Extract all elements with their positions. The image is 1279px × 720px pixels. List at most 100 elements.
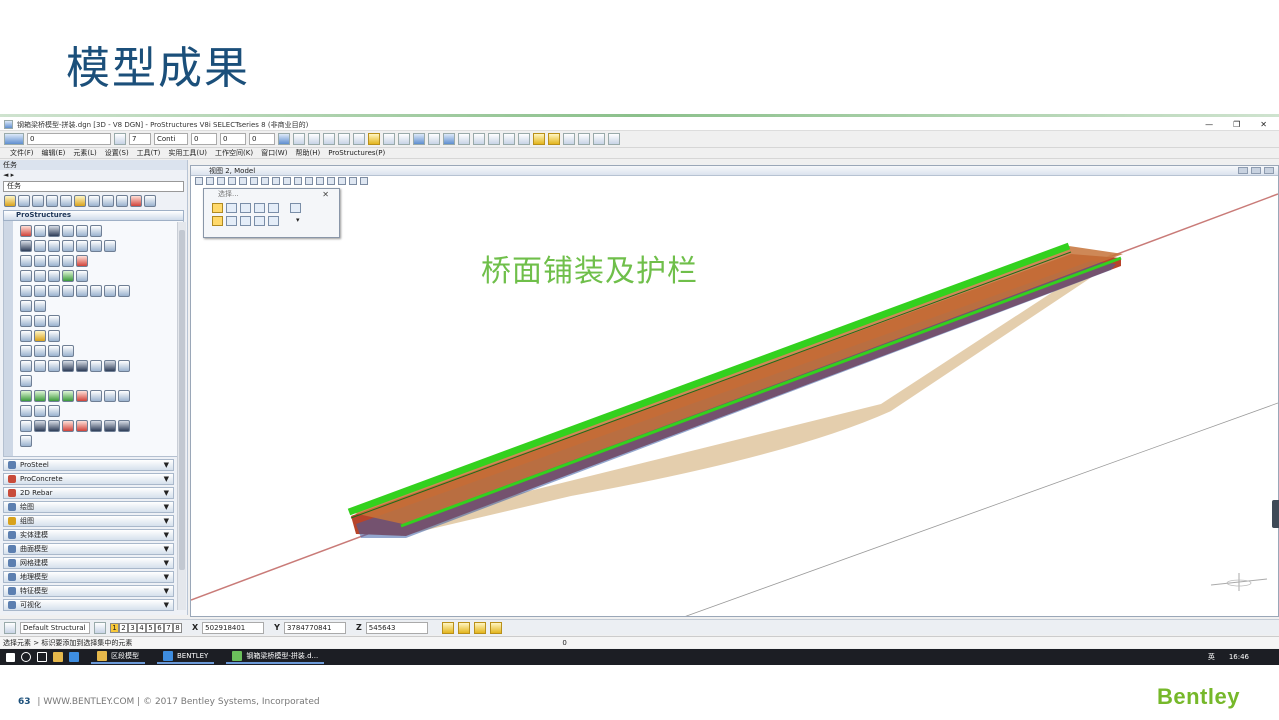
y-coordinate-field[interactable]: 3784770841 xyxy=(283,621,346,634)
snap-icon[interactable] xyxy=(533,133,545,145)
column-icon[interactable] xyxy=(76,284,88,297)
taskbar-clock[interactable]: 16:46 xyxy=(1229,653,1279,661)
start-icon[interactable] xyxy=(6,652,15,662)
connection-icon[interactable] xyxy=(48,224,60,237)
view-page-6[interactable]: 6 xyxy=(155,622,164,633)
new-mode-icon[interactable] xyxy=(212,216,223,226)
z-coordinate-field[interactable]: 545643 xyxy=(365,621,428,634)
info-icon[interactable] xyxy=(413,133,425,145)
color-select[interactable]: 7 xyxy=(129,133,151,145)
clash-icon[interactable] xyxy=(76,389,88,402)
axis-lock-icon[interactable] xyxy=(489,621,502,634)
beam-icon[interactable] xyxy=(20,224,32,237)
view-page-3[interactable]: 3 xyxy=(128,622,137,633)
view-top-icon[interactable] xyxy=(458,133,470,145)
menu-utilities[interactable]: 实用工具(U) xyxy=(168,148,207,158)
scrollbar-thumb[interactable] xyxy=(179,230,185,570)
panel-icon[interactable] xyxy=(20,359,32,372)
section-feature-model[interactable]: 特征模型 ▼ xyxy=(3,585,174,597)
section-terrain-model[interactable]: 地理模型 ▼ xyxy=(3,571,174,583)
profile-alt-icon[interactable] xyxy=(76,419,88,432)
x-coordinate-field[interactable]: 502918401 xyxy=(202,621,265,634)
block-alt2-icon[interactable] xyxy=(118,419,130,432)
settings-tree-icon[interactable] xyxy=(48,329,60,342)
line-style-select[interactable]: Conti xyxy=(154,133,188,145)
task-panel-scrollbar[interactable] xyxy=(177,222,186,610)
snap-lock-icon[interactable] xyxy=(457,621,470,634)
menu-edit[interactable]: 编辑(E) xyxy=(42,148,66,158)
mirror-icon[interactable] xyxy=(102,194,114,207)
arrow-icon[interactable] xyxy=(118,359,130,372)
move-icon[interactable] xyxy=(46,194,58,207)
maximize-icon[interactable]: ❐ xyxy=(1233,120,1240,129)
2d-icon[interactable] xyxy=(20,374,32,387)
snap-intersection-icon[interactable] xyxy=(608,133,620,145)
input-language[interactable]: 英 xyxy=(1208,652,1215,662)
wrench-icon[interactable] xyxy=(20,419,32,432)
view-tool-icon[interactable] xyxy=(338,133,350,145)
elevation-icon[interactable] xyxy=(62,284,74,297)
select-all-icon[interactable] xyxy=(268,216,279,226)
section-visualization[interactable]: 可视化 ▼ xyxy=(3,599,174,611)
individual-select-icon[interactable] xyxy=(212,203,223,213)
rotate-icon[interactable] xyxy=(60,194,72,207)
clear-selection-icon[interactable] xyxy=(290,203,301,213)
label-icon[interactable] xyxy=(48,359,60,372)
m-icon[interactable] xyxy=(48,419,60,432)
plate-icon[interactable] xyxy=(34,224,46,237)
menu-help[interactable]: 帮助(H) xyxy=(295,148,320,158)
stair-icon[interactable] xyxy=(34,239,46,252)
list-icon[interactable] xyxy=(62,269,74,282)
view-page-2[interactable]: 2 xyxy=(119,622,128,633)
section-icon[interactable] xyxy=(34,254,46,267)
selection-close-icon[interactable]: ✕ xyxy=(322,190,329,199)
task-select[interactable]: 任务 xyxy=(3,181,184,192)
tree-icon[interactable] xyxy=(34,404,46,417)
remove-icon[interactable] xyxy=(76,254,88,267)
paint-icon[interactable] xyxy=(74,194,86,207)
menu-workspace[interactable]: 工作空间(K) xyxy=(215,148,253,158)
numbering-icon[interactable] xyxy=(76,269,88,282)
view-page-7[interactable]: 7 xyxy=(164,622,173,633)
explorer-icon[interactable] xyxy=(53,652,63,662)
mesh-icon[interactable] xyxy=(34,419,46,432)
prostructures-header[interactable]: ProStructures xyxy=(3,210,184,221)
minimize-icon[interactable]: — xyxy=(1205,120,1213,129)
array-icon[interactable] xyxy=(116,194,128,207)
model-canvas[interactable] xyxy=(191,166,1278,616)
frame-drawing-icon[interactable] xyxy=(34,284,46,297)
view-group-select[interactable]: Default Structural xyxy=(20,621,90,634)
add-mode-icon[interactable] xyxy=(226,216,237,226)
menu-window[interactable]: 窗口(W) xyxy=(261,148,287,158)
select-arrow-icon[interactable] xyxy=(4,194,16,207)
measure-distance-icon[interactable] xyxy=(144,194,156,207)
view-groups-icon[interactable] xyxy=(4,621,16,634)
dash-icon[interactable] xyxy=(90,389,102,402)
taskbar-item-bentley[interactable]: BENTLEY xyxy=(157,650,215,664)
render-view-icon[interactable] xyxy=(34,344,46,357)
frame-icon[interactable] xyxy=(76,239,88,252)
close-icon[interactable]: ✕ xyxy=(1260,120,1267,129)
render-icon[interactable] xyxy=(398,133,410,145)
block-select-icon[interactable] xyxy=(226,203,237,213)
block-icon[interactable] xyxy=(90,419,102,432)
section-prosteel[interactable]: ProSteel ▼ xyxy=(3,459,174,471)
eye-icon[interactable] xyxy=(34,314,46,327)
line-select-icon[interactable] xyxy=(268,203,279,213)
detail-icon[interactable] xyxy=(48,254,60,267)
gear-icon[interactable] xyxy=(20,434,32,447)
taskbar-item-model-file[interactable]: 钢箱梁桥模型-拼装.d... xyxy=(226,650,325,664)
grid-icon[interactable] xyxy=(62,239,74,252)
report-alt-icon[interactable] xyxy=(34,389,46,402)
profile-icon[interactable] xyxy=(62,419,74,432)
level-select[interactable]: 0 xyxy=(27,133,111,145)
selection-dropdown-icon[interactable]: ▾ xyxy=(296,216,307,226)
dash-alt-icon[interactable] xyxy=(104,389,116,402)
axis-icon[interactable] xyxy=(20,254,32,267)
truss-icon[interactable] xyxy=(62,359,74,372)
link-icon[interactable] xyxy=(34,299,46,312)
material-icon[interactable] xyxy=(368,133,380,145)
line-weight-select[interactable]: 0 xyxy=(191,133,217,145)
view-page-8[interactable]: 8 xyxy=(173,622,182,633)
taskbar-item-segment-model[interactable]: 区段模型 xyxy=(91,650,145,664)
